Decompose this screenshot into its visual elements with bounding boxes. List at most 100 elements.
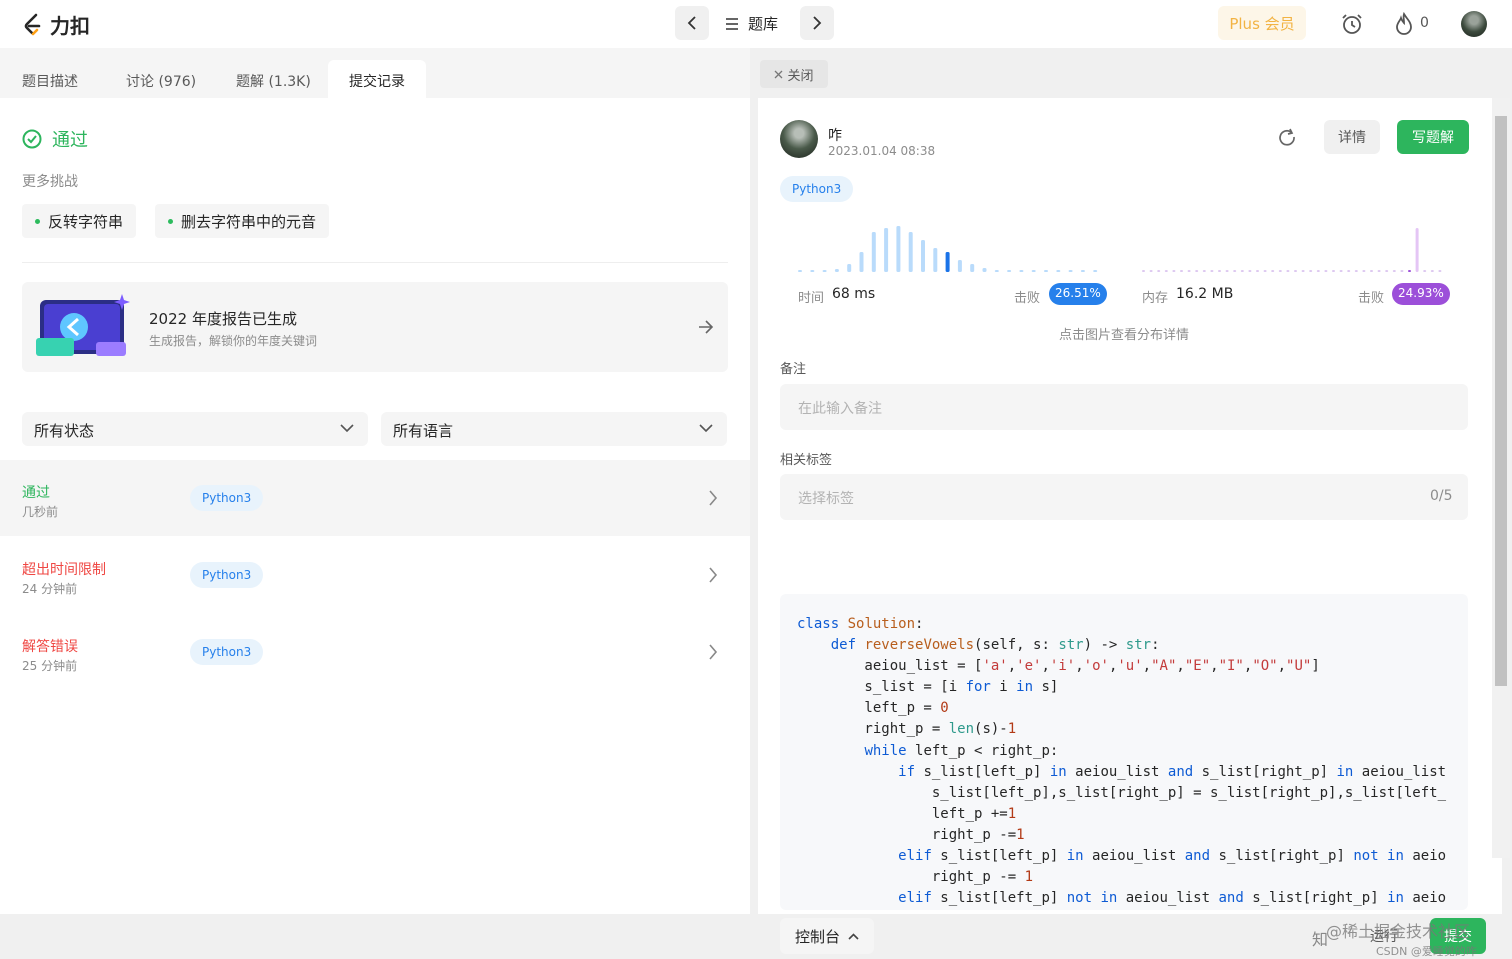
annual-report-banner[interactable]: 2022 年度报告已生成 生成报告，解锁你的年度关键词 <box>22 282 728 372</box>
memory-bar <box>1248 270 1252 272</box>
watermark-juejin: @稀土掘金技术社区 <box>1326 922 1471 941</box>
dot-icon <box>168 218 173 224</box>
tags-select[interactable]: 选择标签 0/5 <box>780 474 1468 520</box>
note-input[interactable]: 在此输入备注 <box>780 384 1468 430</box>
language-filter-select[interactable]: 所有语言 <box>381 412 727 446</box>
close-label: 关闭 <box>787 68 814 84</box>
memory-bar <box>1271 270 1275 272</box>
runtime-bar <box>798 270 802 272</box>
memory-bar <box>1339 270 1343 272</box>
runtime-bar <box>896 226 901 272</box>
chevron-down-icon <box>340 424 354 433</box>
runtime-bar <box>1031 270 1036 272</box>
memory-bar <box>1278 270 1282 272</box>
challenge-chip-2[interactable]: 删去字符串中的元音 <box>155 204 330 238</box>
memory-bar <box>1332 270 1335 272</box>
submission-row[interactable]: 解答错误 25 分钟前 Python3 <box>0 614 750 690</box>
flame-icon[interactable] <box>1394 12 1414 36</box>
scrollbar-thumb[interactable] <box>1495 116 1507 686</box>
more-challenges-label: 更多挑战 <box>22 174 78 190</box>
runtime-bar <box>1007 270 1012 272</box>
runtime-bar <box>970 264 975 272</box>
memory-bar <box>1195 270 1199 272</box>
runtime-bar <box>908 232 913 272</box>
close-tab[interactable]: 关闭 <box>760 60 828 88</box>
dot-icon <box>35 218 40 224</box>
chevron-right-icon <box>709 567 718 583</box>
problem-list-button[interactable]: 题库 <box>726 13 778 34</box>
memory-bar <box>1309 270 1313 272</box>
refresh-icon[interactable] <box>1278 128 1298 148</box>
alarm-clock-icon[interactable] <box>1340 12 1364 36</box>
runtime-bar <box>994 270 999 272</box>
user-avatar[interactable] <box>1461 11 1487 37</box>
tags-placeholder: 选择标签 <box>798 491 854 507</box>
memory-bar <box>1256 270 1259 272</box>
memory-bar <box>1149 270 1153 272</box>
write-solution-button[interactable]: 写题解 <box>1397 120 1469 154</box>
memory-distribution-chart[interactable] <box>1142 226 1452 276</box>
tiku-label: 题库 <box>748 15 779 33</box>
close-icon <box>775 70 783 78</box>
status-filter-select[interactable]: 所有状态 <box>22 412 368 446</box>
runtime-bar <box>1019 270 1024 272</box>
runtime-bar <box>859 252 864 272</box>
tab-description[interactable]: 题目描述 <box>22 60 78 98</box>
chevron-right-icon <box>813 16 822 30</box>
report-title: 2022 年度报告已生成 <box>149 310 297 328</box>
runtime-bar <box>1080 270 1085 272</box>
submission-status[interactable]: 超出时间限制 <box>22 559 106 579</box>
language-badge: Python3 <box>190 639 264 665</box>
chevron-right-icon <box>709 644 718 660</box>
runtime-distribution-chart[interactable] <box>798 226 1108 276</box>
runtime-bar <box>834 269 839 272</box>
beat-label: 击败 <box>1014 291 1041 306</box>
memory-bar <box>1180 270 1183 272</box>
memory-bar <box>1202 270 1206 272</box>
note-label: 备注 <box>780 362 807 377</box>
submission-status[interactable]: 通过 <box>22 482 50 502</box>
submitter-name[interactable]: 咋 <box>828 125 842 145</box>
memory-bar <box>1210 270 1214 272</box>
code-viewer[interactable]: class Solution: def reverseVowels(self, … <box>780 594 1468 910</box>
memory-bar <box>1157 270 1161 272</box>
prev-problem-button[interactable] <box>675 6 709 40</box>
right-scrollbar[interactable] <box>1492 98 1510 858</box>
memory-bar <box>1218 270 1221 272</box>
submission-status[interactable]: 解答错误 <box>22 636 78 656</box>
language-badge: Python3 <box>190 562 264 588</box>
chevron-left-icon <box>687 16 696 30</box>
memory-bar <box>1400 270 1404 272</box>
time-beat-badge: 26.51% <box>1049 283 1107 305</box>
tab-submissions[interactable]: 提交记录 <box>328 60 426 98</box>
runtime-bar <box>822 270 827 272</box>
chevron-up-icon <box>848 932 859 940</box>
memory-bar <box>1430 270 1434 272</box>
challenge-chip-1[interactable]: 反转字符串 <box>22 204 137 238</box>
runtime-bar <box>982 268 987 272</box>
check-circle-icon <box>22 129 42 149</box>
points-count: 0 <box>1420 15 1429 31</box>
tab-discussion[interactable]: 讨论 (976) <box>126 60 196 98</box>
challenge-label: 删去字符串中的元音 <box>181 212 317 231</box>
plus-member-button[interactable]: Plus 会员 <box>1218 6 1306 40</box>
next-problem-button[interactable] <box>800 6 834 40</box>
memory-bar <box>1240 270 1244 272</box>
runtime-bar <box>921 240 925 272</box>
memory-bar <box>1392 270 1396 272</box>
submission-row[interactable]: 通过 几秒前 Python3 <box>0 460 750 536</box>
submission-row[interactable]: 超出时间限制 24 分钟前 Python3 <box>0 537 750 613</box>
leetcode-logo[interactable]: 力扣 <box>22 10 90 39</box>
runtime-bar <box>1056 270 1061 272</box>
memory-label: 内存 <box>1142 291 1169 306</box>
status-filter-value: 所有状态 <box>34 422 95 440</box>
runtime-bar <box>884 228 889 272</box>
tab-solutions[interactable]: 题解 (1.3K) <box>236 60 311 98</box>
runtime-bar <box>810 270 815 272</box>
detail-button[interactable]: 详情 <box>1324 120 1380 154</box>
submitter-avatar[interactable] <box>780 120 818 158</box>
runtime-bar <box>1068 270 1073 272</box>
distribution-hint[interactable]: 点击图片查看分布详情 <box>1059 324 1189 343</box>
memory-bar <box>1347 270 1351 272</box>
console-button[interactable]: 控制台 <box>780 918 874 954</box>
